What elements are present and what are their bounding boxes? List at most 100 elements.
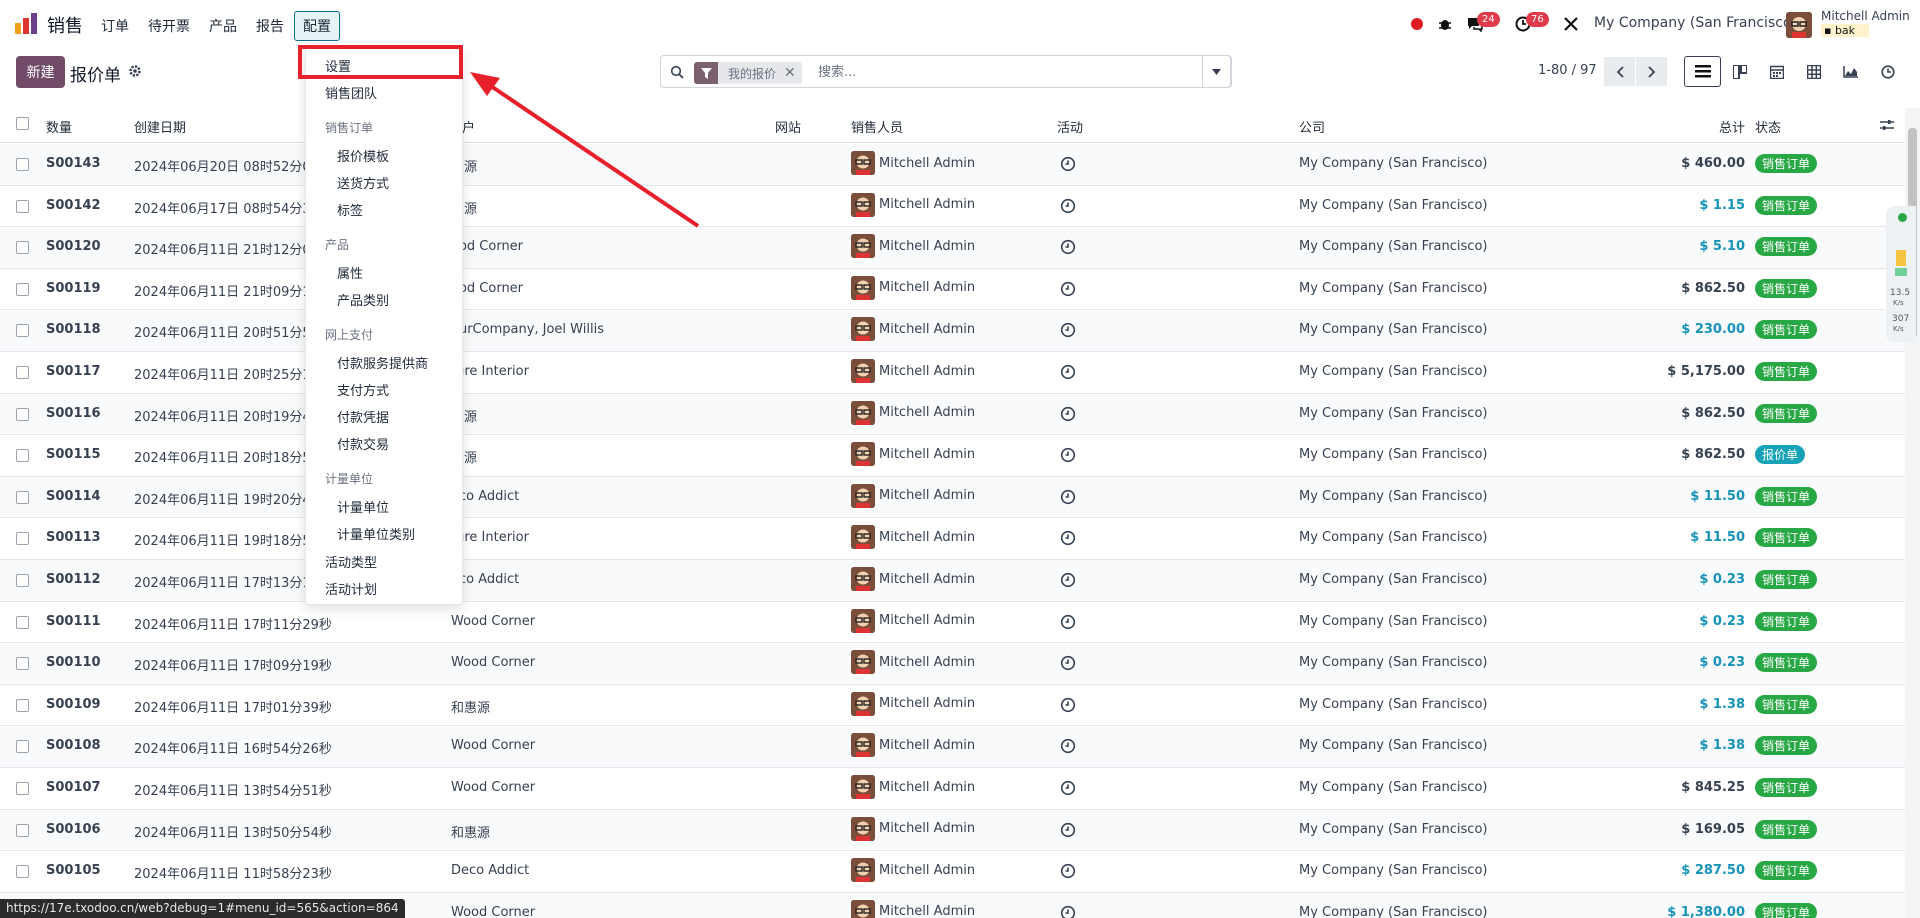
- header-website[interactable]: 网站: [775, 117, 801, 136]
- pivot-view-button[interactable]: [1795, 56, 1832, 87]
- activity-clock-icon[interactable]: [1060, 364, 1076, 380]
- optional-columns-icon[interactable]: [1880, 119, 1894, 131]
- row-checkbox[interactable]: [16, 324, 29, 338]
- table-row[interactable]: S00110 2024年06月11日 17时09分19秒 Wood Corner Mi…: [0, 643, 1905, 685]
- activity-clock-icon[interactable]: [1060, 822, 1076, 838]
- header-status[interactable]: 状态: [1755, 117, 1781, 136]
- table-row[interactable]: S00106 2024年06月11日 13时50分54秒 和惠源 Mitchell A…: [0, 809, 1905, 852]
- table-row[interactable]: S00120 2024年06月11日 21时12分0 ood Corner Mitch…: [0, 227, 1905, 269]
- menu-reporting[interactable]: 报告: [247, 11, 293, 41]
- activity-clock-icon[interactable]: [1060, 322, 1076, 338]
- sales-app-icon[interactable]: [14, 13, 38, 35]
- table-row[interactable]: S00118 2024年06月11日 20时51分5 ourCompany, Joe…: [0, 310, 1905, 352]
- row-checkbox[interactable]: [16, 823, 29, 837]
- dropdown-item[interactable]: 计量单位: [337, 497, 389, 516]
- kanban-view-button[interactable]: [1721, 56, 1758, 87]
- table-row[interactable]: S00105 2024年06月11日 11时58分23秒 Deco Addict Mi…: [0, 851, 1905, 893]
- dropdown-item[interactable]: 销售团队: [325, 83, 377, 102]
- table-row[interactable]: S00109 2024年06月11日 17时01分39秒 和惠源 Mitchell A…: [0, 685, 1905, 727]
- table-row[interactable]: S00142 2024年06月17日 08时54分3 惠源 Mitchell Admi…: [0, 186, 1905, 228]
- dropdown-item[interactable]: 标签: [337, 200, 363, 219]
- table-row[interactable]: S00116 2024年06月11日 20时19分4 惠源 Mitchell Admi…: [0, 393, 1905, 436]
- dropdown-item[interactable]: 付款交易: [337, 434, 389, 453]
- row-checkbox[interactable]: [16, 615, 29, 629]
- activity-clock-icon[interactable]: [1060, 863, 1076, 879]
- row-checkbox[interactable]: [16, 490, 29, 504]
- row-checkbox[interactable]: [16, 782, 29, 795]
- row-checkbox[interactable]: [16, 199, 29, 213]
- activity-clock-icon[interactable]: [1060, 198, 1076, 214]
- graph-view-button[interactable]: [1832, 56, 1869, 87]
- user-name[interactable]: Mitchell Admin: [1821, 9, 1910, 23]
- dropdown-item[interactable]: 付款服务提供商: [337, 353, 428, 372]
- debug-icon[interactable]: [1438, 0, 1452, 47]
- dropdown-item[interactable]: 产品类别: [337, 290, 389, 309]
- menu-configuration[interactable]: 配置: [294, 11, 340, 41]
- header-activity[interactable]: 活动: [1057, 117, 1083, 136]
- activity-clock-icon[interactable]: [1060, 780, 1076, 796]
- table-row[interactable]: S00107 2024年06月11日 13时54分51秒 Wood Corner Mi…: [0, 768, 1905, 810]
- activity-clock-icon[interactable]: [1060, 697, 1076, 713]
- table-row[interactable]: S00112 2024年06月11日 17时13分1 eco Addict Mitch…: [0, 560, 1905, 602]
- calendar-view-button[interactable]: [1758, 56, 1795, 87]
- activity-clock-icon[interactable]: [1060, 905, 1076, 918]
- row-checkbox[interactable]: [16, 449, 29, 463]
- user-avatar[interactable]: [1786, 12, 1812, 38]
- table-row[interactable]: S00114 2024年06月11日 19时20分4 eco Addict Mitch…: [0, 476, 1905, 519]
- row-checkbox[interactable]: [16, 657, 29, 671]
- company-switcher[interactable]: My Company (San Francisco): [1594, 15, 1797, 31]
- table-row[interactable]: S00143 2024年06月20日 08时52分0 惠源 Mitchell Admi…: [0, 144, 1905, 186]
- row-checkbox[interactable]: [16, 158, 29, 171]
- row-checkbox[interactable]: [16, 698, 29, 712]
- dropdown-item[interactable]: 计量单位类别: [337, 524, 415, 543]
- header-number[interactable]: 数量: [46, 117, 72, 136]
- header-created[interactable]: 创建日期: [134, 117, 186, 136]
- header-salesperson[interactable]: 销售人员: [851, 117, 903, 136]
- table-row[interactable]: S00115 2024年06月11日 20时18分5 惠源 Mitchell Admi…: [0, 435, 1905, 477]
- list-view-button[interactable]: [1684, 56, 1721, 87]
- select-all-checkbox[interactable]: [16, 117, 29, 130]
- activity-clock-icon[interactable]: [1060, 572, 1076, 588]
- dropdown-item[interactable]: 付款凭据: [337, 407, 389, 426]
- dropdown-item[interactable]: 活动类型: [325, 552, 377, 571]
- table-row[interactable]: S00117 2024年06月11日 20时25分1 ture Interior Mi…: [0, 352, 1905, 394]
- search-input[interactable]: [818, 62, 1088, 82]
- dropdown-item[interactable]: 支付方式: [337, 380, 389, 399]
- table-row[interactable]: S00113 2024年06月11日 19时18分5 ture Interior Mi…: [0, 518, 1905, 560]
- activity-view-button[interactable]: [1869, 56, 1906, 87]
- search-options-toggle[interactable]: [1202, 55, 1231, 88]
- row-checkbox[interactable]: [16, 532, 29, 546]
- activity-clock-icon[interactable]: [1060, 281, 1076, 297]
- row-checkbox[interactable]: [16, 366, 29, 379]
- row-checkbox[interactable]: [16, 241, 29, 255]
- table-row[interactable]: S00108 2024年06月11日 16时54分26秒 Wood Corner Mi…: [0, 726, 1905, 768]
- new-button[interactable]: 新建: [16, 56, 65, 88]
- menu-orders[interactable]: 订单: [92, 11, 138, 41]
- dropdown-item[interactable]: 报价模板: [337, 146, 389, 165]
- pager-previous-button[interactable]: [1604, 57, 1635, 86]
- header-customer[interactable]: 户: [462, 117, 475, 136]
- row-checkbox[interactable]: [16, 865, 29, 879]
- activity-clock-icon[interactable]: [1060, 447, 1076, 463]
- table-row[interactable]: S00111 2024年06月11日 17时11分29秒 Wood Corner Mi…: [0, 602, 1905, 644]
- remove-facet-icon[interactable]: ✕: [784, 65, 802, 81]
- activity-clock-icon[interactable]: [1060, 614, 1076, 630]
- menu-to-invoice[interactable]: 待开票: [139, 11, 199, 41]
- dropdown-item[interactable]: 活动计划: [325, 579, 377, 598]
- dropdown-item[interactable]: 属性: [337, 263, 363, 282]
- activity-clock-icon[interactable]: [1060, 738, 1076, 754]
- table-row[interactable]: S00119 2024年06月11日 21时09分1 ood Corner Mitch…: [0, 269, 1905, 311]
- header-company[interactable]: 公司: [1299, 117, 1325, 136]
- pager-value[interactable]: 1-80 / 97: [1538, 63, 1597, 78]
- row-checkbox[interactable]: [16, 574, 29, 587]
- activity-clock-icon[interactable]: [1060, 489, 1076, 505]
- activity-clock-icon[interactable]: [1060, 655, 1076, 671]
- activity-clock-icon[interactable]: [1060, 239, 1076, 255]
- activity-clock-icon[interactable]: [1060, 406, 1076, 422]
- recording-indicator[interactable]: [1411, 0, 1423, 47]
- activity-clock-icon[interactable]: [1060, 156, 1076, 172]
- row-checkbox[interactable]: [16, 407, 29, 421]
- activity-clock-icon[interactable]: [1060, 530, 1076, 546]
- pager-next-button[interactable]: [1636, 57, 1667, 86]
- dropdown-item[interactable]: 送货方式: [337, 173, 389, 192]
